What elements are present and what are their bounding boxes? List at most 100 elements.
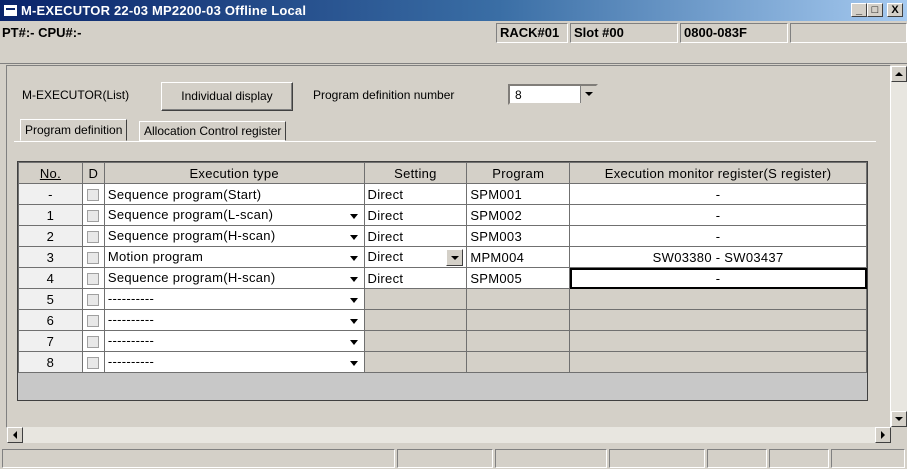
- program-value: SPM001: [470, 186, 522, 202]
- checkbox[interactable]: [87, 231, 100, 244]
- chevron-down-icon[interactable]: [347, 312, 361, 329]
- column-header-no[interactable]: No.: [18, 162, 83, 184]
- program-cell: [466, 330, 571, 352]
- row-number: -: [18, 183, 83, 205]
- program-cell[interactable]: MPM004: [466, 246, 571, 268]
- monitor-register-value: -: [715, 270, 721, 286]
- checkbox[interactable]: [87, 336, 100, 349]
- checkbox[interactable]: [87, 273, 100, 286]
- vertical-scrollbar[interactable]: [891, 66, 907, 427]
- setting-cell: [363, 309, 468, 331]
- row-number: 8: [18, 351, 83, 373]
- program-cell[interactable]: SPM001: [466, 183, 571, 205]
- row-number: 5: [18, 288, 83, 310]
- chevron-down-icon[interactable]: [347, 207, 361, 224]
- chevron-down-icon[interactable]: [347, 270, 361, 287]
- disable-checkbox-cell[interactable]: [81, 351, 105, 373]
- monitor-register-cell[interactable]: -: [569, 225, 867, 247]
- minimize-button[interactable]: _: [851, 3, 867, 17]
- checkbox[interactable]: [87, 189, 100, 202]
- monitor-register-cell-selected[interactable]: -: [569, 267, 867, 289]
- row-number: 7: [18, 330, 83, 352]
- table-row: 7 ----------: [18, 330, 867, 352]
- program-definition-grid: No. D Execution type Setting Program Exe…: [17, 161, 868, 401]
- execution-type-cell[interactable]: ----------: [103, 330, 365, 352]
- program-cell: [466, 309, 571, 331]
- disable-checkbox-cell[interactable]: [81, 225, 105, 247]
- individual-display-button[interactable]: Individual display: [161, 82, 293, 111]
- setting-cell[interactable]: Direct: [363, 204, 468, 226]
- disable-checkbox-cell[interactable]: [81, 246, 105, 268]
- execution-type-cell[interactable]: Motion program: [103, 246, 365, 268]
- table-row: 1 Sequence program(L-scan) Direct SPM002…: [18, 204, 867, 226]
- tab-program-definition[interactable]: Program definition: [20, 119, 128, 141]
- scroll-up-icon[interactable]: [891, 66, 907, 82]
- chevron-down-icon[interactable]: [347, 249, 361, 266]
- checkbox[interactable]: [87, 210, 100, 223]
- chevron-down-icon[interactable]: [347, 354, 361, 371]
- program-cell: [466, 288, 571, 310]
- program-value: SPM002: [470, 207, 522, 223]
- checkbox[interactable]: [87, 315, 100, 328]
- execution-type-value: ----------: [107, 332, 155, 348]
- monitor-register-cell[interactable]: -: [569, 204, 867, 226]
- execution-type-cell[interactable]: ----------: [103, 351, 365, 373]
- tab-panel-edge: [14, 141, 876, 142]
- scroll-down-icon[interactable]: [891, 411, 907, 427]
- column-header-setting[interactable]: Setting: [363, 162, 468, 184]
- setting-dropdown-button[interactable]: [446, 248, 464, 266]
- disable-checkbox-cell[interactable]: [81, 309, 105, 331]
- scroll-right-icon[interactable]: [875, 427, 891, 443]
- close-button[interactable]: X: [887, 3, 903, 17]
- chevron-down-icon[interactable]: [347, 333, 361, 350]
- chevron-down-icon[interactable]: [347, 291, 361, 308]
- column-header-execution-type[interactable]: Execution type: [103, 162, 365, 184]
- disable-checkbox-cell[interactable]: [81, 330, 105, 352]
- checkbox[interactable]: [87, 357, 100, 370]
- program-definition-number-select[interactable]: 8: [508, 84, 598, 105]
- chevron-down-icon[interactable]: [347, 228, 361, 245]
- setting-cell: [363, 330, 468, 352]
- execution-type-value: Sequence program(H-scan): [107, 269, 276, 285]
- scroll-left-icon[interactable]: [7, 427, 23, 443]
- disable-checkbox-cell[interactable]: [81, 204, 105, 226]
- execution-type-cell[interactable]: Sequence program(L-scan): [103, 204, 365, 226]
- program-value: SPM005: [470, 270, 522, 286]
- program-cell[interactable]: SPM002: [466, 204, 571, 226]
- disable-checkbox-cell[interactable]: [81, 267, 105, 289]
- disable-checkbox-cell[interactable]: [81, 183, 105, 205]
- checkbox[interactable]: [87, 252, 100, 265]
- status-panel: [769, 449, 829, 468]
- status-panel: [831, 449, 905, 468]
- setting-cell[interactable]: Direct: [363, 267, 468, 289]
- execution-type-value: Sequence program(L-scan): [107, 206, 274, 222]
- setting-cell[interactable]: Direct: [363, 225, 468, 247]
- execution-type-cell[interactable]: Sequence program(Start): [103, 183, 365, 205]
- chevron-down-icon[interactable]: [580, 86, 596, 103]
- execution-type-cell[interactable]: Sequence program(H-scan): [103, 267, 365, 289]
- checkbox[interactable]: [87, 294, 100, 307]
- setting-cell: [363, 351, 468, 373]
- tab-allocation-control-register[interactable]: Allocation Control register: [139, 121, 287, 141]
- slot-label: Slot #00: [570, 23, 678, 43]
- monitor-register-cell[interactable]: -: [569, 183, 867, 205]
- column-header-program[interactable]: Program: [466, 162, 571, 184]
- monitor-register-cell[interactable]: SW03380 - SW03437: [569, 246, 867, 268]
- program-cell[interactable]: SPM003: [466, 225, 571, 247]
- status-panel: [397, 449, 493, 468]
- horizontal-scrollbar[interactable]: [7, 427, 891, 443]
- row-number: 2: [18, 225, 83, 247]
- execution-type-cell[interactable]: Sequence program(H-scan): [103, 225, 365, 247]
- monitor-register-value: SW03380 - SW03437: [652, 249, 784, 265]
- execution-type-cell[interactable]: ----------: [103, 288, 365, 310]
- column-header-monitor-register[interactable]: Execution monitor register(S register): [569, 162, 867, 184]
- table-row: 5 ----------: [18, 288, 867, 310]
- execution-type-value: ----------: [107, 290, 155, 306]
- setting-cell[interactable]: Direct: [363, 183, 468, 205]
- column-header-d[interactable]: D: [81, 162, 105, 184]
- setting-cell[interactable]: Direct: [363, 246, 468, 268]
- disable-checkbox-cell[interactable]: [81, 288, 105, 310]
- execution-type-cell[interactable]: ----------: [103, 309, 365, 331]
- program-cell[interactable]: SPM005: [466, 267, 571, 289]
- maximize-button[interactable]: □: [867, 3, 883, 17]
